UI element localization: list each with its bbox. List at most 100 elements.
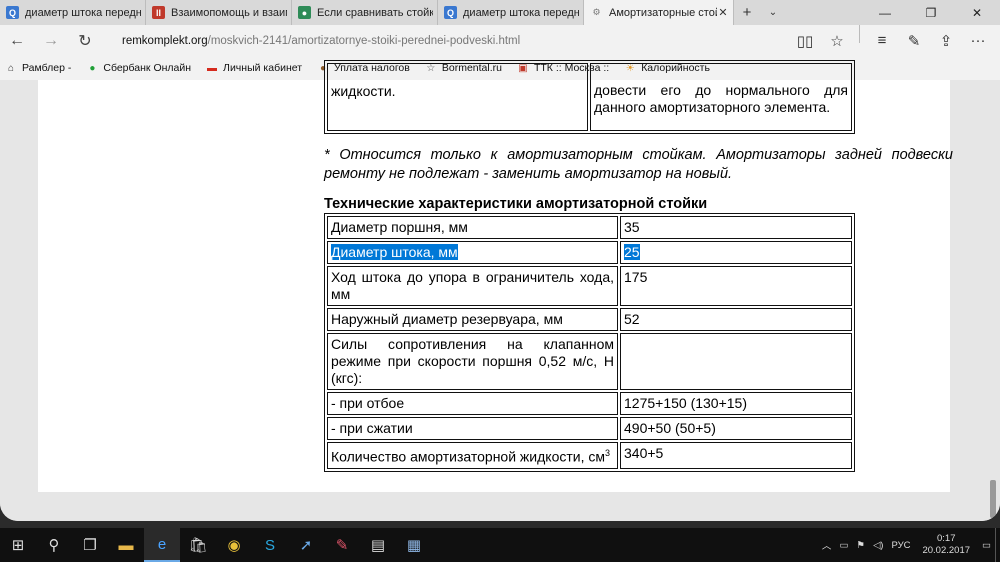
more-icon[interactable]: ··· [962,25,994,56]
taskbar: ⊞ ⚲ ❐ ▬ e 🛍 ◉ S ➚ ✎ ▤ ▦ ︿ ▭ ⚑ ◁) РУС 0:1… [0,528,1000,562]
file-explorer-icon[interactable]: ▬ [108,528,144,562]
notifications-icon[interactable]: ▭ [982,540,991,551]
spec-value: 35 [624,219,640,235]
spec-value-cell: 25 [620,241,852,264]
tab-label: Взаимопомощь и взаимов [171,6,287,19]
scrollbar-thumb[interactable] [990,480,996,518]
chrome-icon[interactable]: ◉ [216,528,252,562]
search-icon[interactable]: ⚲ [36,528,72,562]
spec-value-cell [620,333,852,390]
spec-label: Силы сопротивления на клапанном режиме п… [331,336,614,386]
table-row: жидкости. довести его до нормального для… [327,63,852,131]
spec-value: 1275+150 (130+15) [624,395,747,411]
hub-icon[interactable]: ≡ [866,25,898,56]
table-row: Диаметр штока, мм 25 [327,241,852,264]
spec-value-cell: 52 [620,308,852,331]
spec-label: Количество амортизаторной жидкости, см [331,448,605,465]
home-icon: ⌂ [7,62,15,74]
favorite-item[interactable]: ● Сбербанк Онлайн [86,62,191,74]
task-view-icon[interactable]: ❐ [72,528,108,562]
tray-monitor-icon[interactable]: ▭ [839,540,848,551]
repair-note: * Относится только к амортизаторным стой… [324,147,953,182]
app-arrow-icon[interactable]: ➚ [288,528,324,562]
language-indicator[interactable]: РУС [891,540,910,551]
edge-browser-icon[interactable]: e [144,528,180,562]
browser-window: Qдиаметр штока передней с ll Взаимопомощь … [0,0,1000,521]
flag-icon: ▬ [207,62,218,74]
spec-label-cell: - при сжатии [327,417,618,440]
search-icon: Q [444,6,457,19]
tab-1[interactable]: ll Взаимопомощь и взаимов [146,0,292,25]
clock[interactable]: 0:17 20.02.2017 [922,533,970,557]
spec-value-cell: 490+50 (50+5) [620,417,852,440]
spec-value: 52 [624,311,640,327]
tab-4[interactable]: ⚙ Амортизаторные стойки✕ [584,0,734,25]
address-bar[interactable]: remkomplekt.org/moskvich-2141/amortizato… [122,35,789,47]
tray-chevron-icon[interactable]: ︿ [822,538,832,552]
share-icon[interactable]: ⇪ [930,25,962,56]
favorite-item[interactable]: ⌂ Рамблер - [5,62,71,74]
restore-button[interactable]: ❐ [908,0,954,25]
app-network-icon[interactable]: ▦ [396,528,432,562]
forward-button[interactable]: → [34,25,68,56]
store-icon[interactable]: 🛍 [180,528,216,562]
repair-cell-right: довести его до нормального для данного а… [590,63,852,131]
table-row: Наружный диаметр резервуара, мм 52 [327,308,852,331]
close-window-button[interactable]: ✕ [954,0,1000,25]
tab-3[interactable]: Qдиаметр штока передней с [438,0,584,25]
gear-icon: ⚙ [592,7,601,17]
site-icon: ● [298,6,311,19]
app-paint-icon[interactable]: ✎ [324,528,360,562]
tab-list-chevron-icon[interactable]: ⌄ [760,0,786,25]
spec-label-cell: Силы сопротивления на клапанном режиме п… [327,333,618,390]
page-viewport: жидкости. довести его до нормального для… [0,60,1000,521]
spec-value-cell: 340+5 [620,442,852,469]
spec-value-cell: 1275+150 (130+15) [620,392,852,415]
show-desktop-button[interactable] [995,528,1000,562]
spec-label-cell: Ход штока до упора в ограничитель хода, … [327,266,618,306]
spec-value: 175 [624,269,648,285]
tray-flag-icon[interactable]: ⚑ [856,540,865,551]
spec-label-cell: Наружный диаметр резервуара, мм [327,308,618,331]
table-row: Ход штока до упора в ограничитель хода, … [327,266,852,306]
spec-label-cell: Количество амортизаторной жидкости, см3 [327,442,618,469]
spec-label-cell: Диаметр штока, мм [327,241,618,264]
spec-label: Наружный диаметр резервуара, мм [331,311,563,327]
app-window-icon[interactable]: ▤ [360,528,396,562]
specs-table: Диаметр поршня, мм 35 Диаметр штока, мм 25 Х… [324,213,855,472]
spec-value: 490+50 (50+5) [624,420,716,436]
start-button[interactable]: ⊞ [0,528,36,562]
tab-label: Если сравнивать стойки, д [317,6,433,19]
table-row: Диаметр поршня, мм 35 [327,216,852,239]
page-content: жидкости. довести его до нормального для… [38,60,953,492]
url-host: remkomplekt.org [122,34,208,47]
table-row: Силы сопротивления на клапанном режиме п… [327,333,852,390]
spec-label-cell: - при отбое [327,392,618,415]
tab-0[interactable]: Qдиаметр штока передней с [0,0,146,25]
spec-value-cell: 35 [620,216,852,239]
repair-cell-text: довести его до нормального для данного а… [594,82,848,115]
spec-label-cell: Диаметр поршня, мм [327,216,618,239]
spec-label: Диаметр штока, мм [331,244,458,260]
reading-view-icon[interactable]: ▯▯ [789,25,821,56]
skype-icon[interactable]: S [252,528,288,562]
spec-label: - при отбое [331,395,405,411]
url-path: /moskvich-2141/amortizatornye-stoiki-per… [207,34,521,47]
tray-volume-icon[interactable]: ◁) [873,540,883,551]
spec-value: 25 [624,244,640,260]
web-note-icon[interactable]: ✎ [898,25,930,56]
spec-label: Ход штока до упора в ограничитель хода, … [331,269,614,302]
new-tab-button[interactable]: + [734,0,760,25]
back-button[interactable]: ← [0,25,34,56]
minimize-button[interactable]: — [862,0,908,25]
spec-value-cell: 175 [620,266,852,306]
tab-2[interactable]: ● Если сравнивать стойки, д [292,0,438,25]
favorite-item[interactable]: ▬ Личный кабинет [206,62,302,74]
favorite-star-icon[interactable]: ☆ [821,25,853,56]
tab-label: диаметр штока передней с [25,6,141,19]
close-tab-icon[interactable]: ✕ [717,6,729,19]
repair-table: жидкости. довести его до нормального для… [324,60,855,134]
forum-icon: ll [152,6,165,19]
refresh-button[interactable]: ↻ [68,25,102,56]
tab-label: Амортизаторные стойки [609,6,717,19]
